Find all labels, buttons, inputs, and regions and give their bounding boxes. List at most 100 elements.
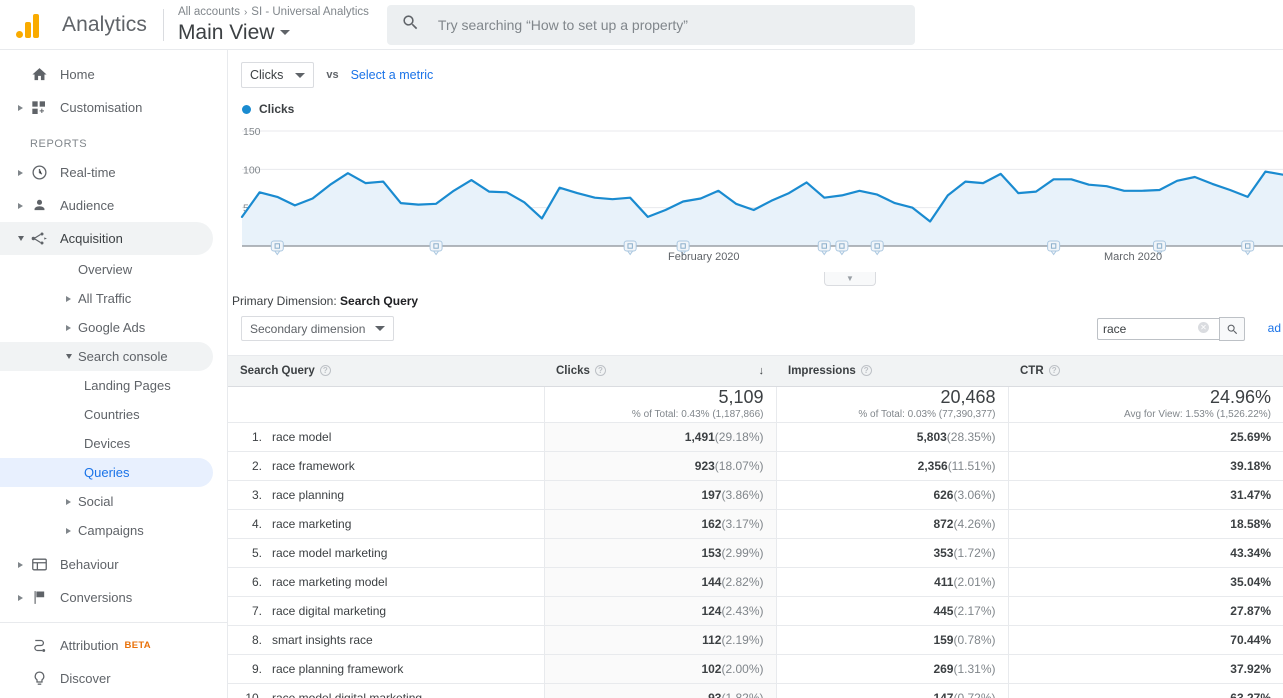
sidebar-item-behaviour[interactable]: Behaviour <box>0 548 213 581</box>
column-header-clicks[interactable]: Clicks ? ↓ <box>544 356 776 386</box>
filter-search-button[interactable] <box>1219 317 1245 341</box>
table-row[interactable]: 8.smart insights race112(2.19%)159(0.78%… <box>228 625 1283 654</box>
chart-svg[interactable]: 50100150February 2020March 2020 <box>228 122 1283 282</box>
sidebar-item-devices[interactable]: Devices <box>0 429 213 458</box>
metric-controls: Clicks vs Select a metric <box>228 50 1283 88</box>
query-label[interactable]: race framework <box>272 459 355 473</box>
sidebar-item-conversions[interactable]: Conversions <box>0 581 213 614</box>
cell-ctr: 27.87% <box>1008 596 1283 625</box>
sidebar-item-attribution[interactable]: Attribution BETA <box>0 629 213 662</box>
row-rank: 1. <box>240 430 262 444</box>
query-label[interactable]: race planning <box>272 488 344 502</box>
summary-empty-cell <box>228 386 544 422</box>
help-icon[interactable]: ? <box>861 365 872 376</box>
column-header-search-query[interactable]: Search Query ? <box>228 356 544 386</box>
sidebar-item-real-time[interactable]: Real-time <box>0 156 213 189</box>
advanced-filter-link[interactable]: ad <box>1268 321 1281 335</box>
sidebar-item-audience[interactable]: Audience <box>0 189 213 222</box>
clicks-percent: (1.82%) <box>721 691 763 698</box>
sort-desc-icon[interactable]: ↓ <box>759 365 765 377</box>
sidebar-item-search-console[interactable]: Search console <box>0 342 213 371</box>
impressions-value: 269 <box>933 662 953 676</box>
table-row[interactable]: 2.race framework923(18.07%)2,356(11.51%)… <box>228 451 1283 480</box>
primary-dimension-value[interactable]: Search Query <box>340 294 418 308</box>
table-body: 5,109 % of Total: 0.43% (1,187,866) 20,4… <box>228 386 1283 698</box>
table-row[interactable]: 7.race digital marketing124(2.43%)445(2.… <box>228 596 1283 625</box>
chevron-right-icon[interactable] <box>66 325 71 331</box>
cell-clicks: 1,491(29.18%) <box>544 422 776 451</box>
sidebar-item-acquisition[interactable]: Acquisition <box>0 222 213 255</box>
clock-icon <box>30 164 48 182</box>
sidebar-item-google-ads[interactable]: Google Ads <box>0 313 213 342</box>
clicks-value: 93 <box>708 691 721 698</box>
chevron-down-icon[interactable] <box>295 73 305 78</box>
table-row[interactable]: 1.race model1,491(29.18%)5,803(28.35%)25… <box>228 422 1283 451</box>
sidebar-item-home[interactable]: Home <box>0 58 213 91</box>
help-icon[interactable]: ? <box>320 365 331 376</box>
global-search[interactable] <box>387 5 915 45</box>
cell-impressions: 159(0.78%) <box>776 625 1008 654</box>
table-row[interactable]: 3.race planning197(3.86%)626(3.06%)31.47… <box>228 480 1283 509</box>
account-selector[interactable]: All accounts›SI - Universal Analytics Ma… <box>178 5 369 45</box>
chevron-right-icon[interactable] <box>66 296 71 302</box>
query-label[interactable]: race model digital marketing <box>272 691 422 698</box>
chevron-down-icon[interactable] <box>375 326 385 331</box>
cell-clicks: 153(2.99%) <box>544 538 776 567</box>
chevron-down-icon[interactable] <box>18 236 24 241</box>
sidebar-item-discover[interactable]: Discover <box>0 662 213 695</box>
sidebar-item-customisation[interactable]: Customisation <box>0 91 213 124</box>
table-row[interactable]: 5.race model marketing153(2.99%)353(1.72… <box>228 538 1283 567</box>
query-label[interactable]: race marketing <box>272 517 351 531</box>
breadcrumb[interactable]: All accounts›SI - Universal Analytics <box>178 5 369 20</box>
row-rank: 6. <box>240 575 262 589</box>
breadcrumb-account[interactable]: All accounts <box>178 6 240 18</box>
breadcrumb-property[interactable]: SI - Universal Analytics <box>251 6 369 18</box>
clear-icon[interactable]: ✕ <box>1198 322 1209 333</box>
query-label[interactable]: race model marketing <box>272 546 387 560</box>
query-label[interactable]: race planning framework <box>272 662 403 676</box>
chevron-right-icon[interactable] <box>66 528 71 534</box>
table-row[interactable]: 4.race marketing162(3.17%)872(4.26%)18.5… <box>228 509 1283 538</box>
clicks-value: 102 <box>701 662 721 676</box>
help-icon[interactable]: ? <box>595 365 606 376</box>
sidebar-item-overview[interactable]: Overview <box>0 255 213 284</box>
table-row[interactable]: 6.race marketing model144(2.82%)411(2.01… <box>228 567 1283 596</box>
table-row[interactable]: 9.race planning framework102(2.00%)269(1… <box>228 654 1283 683</box>
clicks-timeseries-chart[interactable]: 50100150February 2020March 2020 ▼ <box>228 122 1283 282</box>
chevron-down-icon[interactable] <box>66 354 72 359</box>
flag-icon <box>30 589 48 607</box>
chevron-right-icon[interactable] <box>18 562 23 568</box>
chevron-right-icon[interactable] <box>66 499 71 505</box>
sidebar-item-queries[interactable]: Queries <box>0 458 213 487</box>
impressions-value: 2,356 <box>918 459 948 473</box>
chevron-right-icon[interactable] <box>18 170 23 176</box>
search-input[interactable] <box>436 16 876 34</box>
query-label[interactable]: race model <box>272 430 331 444</box>
chevron-down-icon[interactable] <box>280 30 290 35</box>
help-icon[interactable]: ? <box>1049 365 1060 376</box>
chevron-right-icon[interactable] <box>18 105 23 111</box>
sidebar-item-label: Audience <box>60 198 114 213</box>
cell-impressions: 269(1.31%) <box>776 654 1008 683</box>
summary-clicks-cell: 5,109 % of Total: 0.43% (1,187,866) <box>544 386 776 422</box>
sidebar-item-campaigns[interactable]: Campaigns <box>0 516 213 545</box>
metric-select[interactable]: Clicks <box>241 62 314 88</box>
secondary-dimension-select[interactable]: Secondary dimension <box>241 316 394 341</box>
chevron-right-icon[interactable] <box>18 595 23 601</box>
chevron-right-icon[interactable] <box>18 203 23 209</box>
query-label[interactable]: race marketing model <box>272 575 387 589</box>
column-header-impressions[interactable]: Impressions ? <box>776 356 1008 386</box>
sidebar-item-all-traffic[interactable]: All Traffic <box>0 284 213 313</box>
view-name[interactable]: Main View <box>178 20 369 45</box>
table-row[interactable]: 10.race model digital marketing93(1.82%)… <box>228 683 1283 698</box>
select-metric-link[interactable]: Select a metric <box>351 68 434 82</box>
sidebar-item-countries[interactable]: Countries <box>0 400 213 429</box>
query-label[interactable]: smart insights race <box>272 633 373 647</box>
sidebar-item-social[interactable]: Social <box>0 487 213 516</box>
sidebar-item-landing-pages[interactable]: Landing Pages <box>0 371 213 400</box>
summary-ctr-subtext: Avg for View: 1.53% (1,526.22%) <box>1021 408 1272 422</box>
chevron-down-icon: ▼ <box>846 274 854 283</box>
column-header-ctr[interactable]: CTR ? <box>1008 356 1283 386</box>
annotations-expand-tab[interactable]: ▼ <box>824 272 876 286</box>
query-label[interactable]: race digital marketing <box>272 604 386 618</box>
